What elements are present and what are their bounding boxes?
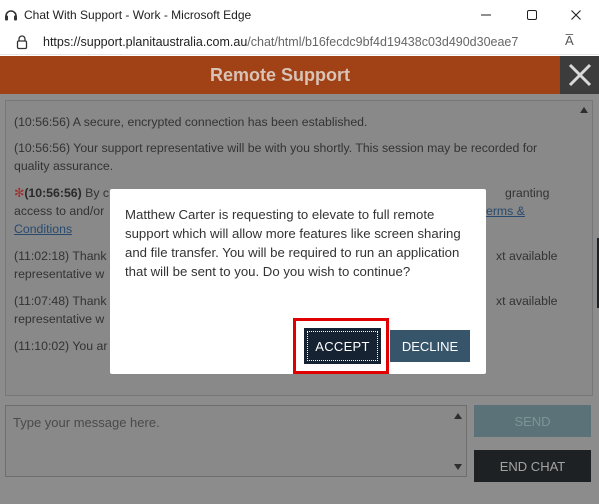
window-close-button[interactable] (553, 0, 599, 30)
terms-link[interactable]: erms & (486, 202, 525, 220)
minimize-button[interactable] (463, 0, 509, 30)
message-text: granting (505, 186, 550, 200)
message-text: access to and/or (14, 204, 105, 218)
message-input-placeholder: Type your message here. (13, 415, 160, 430)
end-chat-button[interactable]: END CHAT (474, 450, 591, 482)
close-icon (571, 10, 581, 20)
message-text: xt available (496, 294, 558, 308)
decline-button[interactable]: DECLINE (390, 330, 470, 362)
message-time: (10:56:56) (14, 115, 71, 129)
message-text: Thank (69, 249, 107, 263)
message-time: (11:10:02) (14, 339, 70, 353)
chat-close-button[interactable] (560, 56, 599, 94)
message-time: (10:56:56) (14, 141, 71, 155)
scroll-up-arrow-icon[interactable] (454, 413, 462, 419)
maximize-button[interactable] (509, 0, 555, 30)
message-text: By c (81, 186, 110, 200)
chat-message: (10:56:56) Your support representative w… (14, 139, 574, 175)
message-time: (10:56:56) (24, 186, 82, 200)
elevation-request-dialog: Matthew Carter is requesting to elevate … (110, 189, 486, 374)
address-bar[interactable]: https://support.planitaustralia.com.au/c… (0, 30, 599, 55)
chat-message: (10:56:56) A secure, encrypted connectio… (14, 113, 574, 131)
url-host: https://support.planitaustralia.com.au (43, 35, 248, 49)
url-path: /chat/html/b16fecdc9bf4d19438c03d490d30e… (247, 35, 519, 49)
scroll-down-arrow-icon[interactable] (454, 464, 462, 470)
window-title: Chat With Support - Work - Microsoft Edg… (24, 8, 252, 22)
message-text: A secure, encrypted connection has been … (70, 115, 368, 129)
conditions-link[interactable]: Conditions (14, 222, 72, 236)
asterisk-icon: ✻ (14, 186, 25, 200)
lock-icon[interactable] (15, 34, 29, 50)
accept-button[interactable]: ACCEPT (304, 328, 381, 364)
chat-page: Remote Support (10:56:56) A secure, encr… (0, 56, 599, 504)
dialog-message: Matthew Carter is requesting to elevate … (125, 207, 461, 279)
chat-header: Remote Support (0, 56, 560, 94)
message-text: representative w (14, 312, 105, 326)
message-text: representative w (14, 267, 105, 281)
url-text[interactable]: https://support.planitaustralia.com.au/c… (43, 35, 518, 49)
header-title: Remote Support (209, 64, 350, 85)
message-text: xt available (496, 249, 558, 263)
message-time: (11:07:48) (14, 294, 70, 308)
scroll-up-arrow-icon[interactable] (580, 107, 588, 113)
message-input[interactable]: Type your message here. (5, 405, 467, 477)
send-button[interactable]: SEND (474, 405, 591, 437)
message-text: Thank (69, 294, 107, 308)
maximize-icon (527, 10, 537, 20)
read-aloud-icon[interactable]: A̅ (565, 33, 585, 51)
message-time: (11:02:18) (14, 249, 70, 263)
message-text: Your support representative will be with… (14, 141, 538, 173)
close-icon (568, 63, 591, 87)
headset-icon (5, 10, 17, 21)
minimize-icon (481, 14, 491, 16)
window-title-bar: Chat With Support - Work - Microsoft Edg… (0, 0, 599, 30)
message-text: You ar (69, 339, 108, 353)
